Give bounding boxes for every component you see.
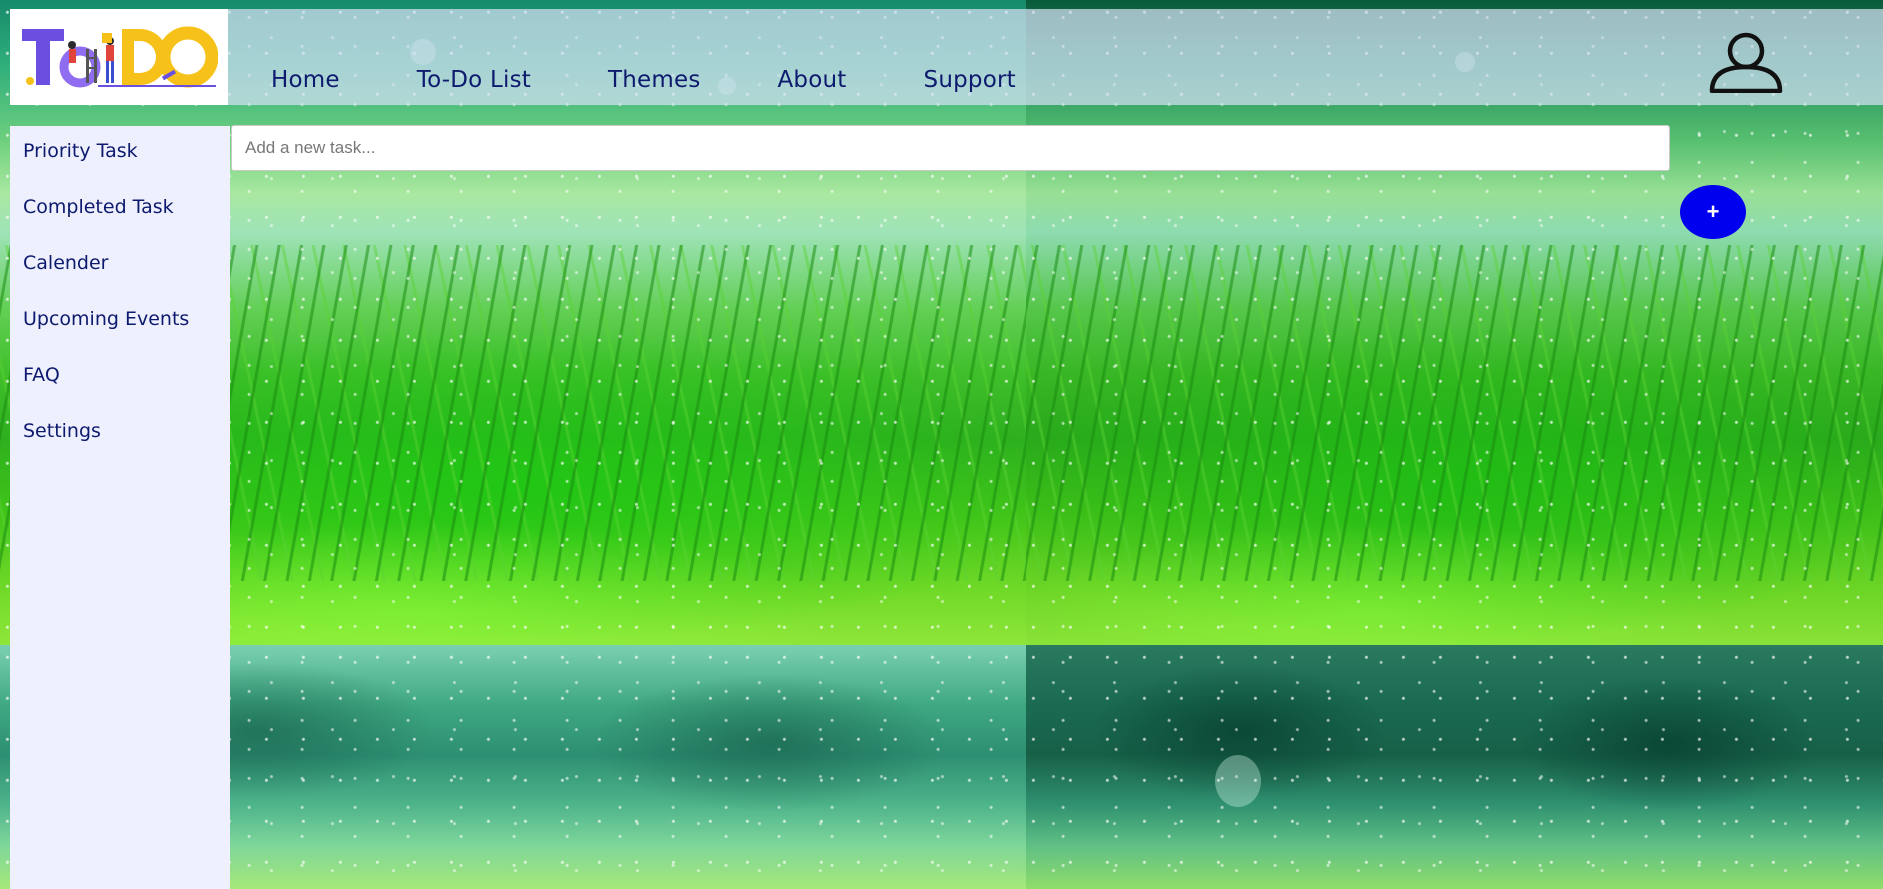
nav-todo-list[interactable]: To-Do List [417,67,531,93]
main-nav: Home To-Do List Themes About Support [271,9,1016,105]
sidebar-item-priority-task[interactable]: Priority Task [10,126,230,182]
nav-support[interactable]: Support [924,67,1016,93]
rain-tile [1026,645,1883,889]
new-task-input[interactable] [231,125,1670,171]
logo[interactable] [10,9,228,105]
profile-button[interactable] [1709,31,1783,94]
sidebar-item-upcoming-events[interactable]: Upcoming Events [10,294,230,350]
user-profile-icon [1709,32,1783,94]
sidebar-item-faq[interactable]: FAQ [10,350,230,406]
sidebar-item-completed-task[interactable]: Completed Task [10,182,230,238]
sidebar-item-calender[interactable]: Calender [10,238,230,294]
add-task-button[interactable]: + [1680,185,1746,239]
nav-about[interactable]: About [778,67,847,93]
nav-home[interactable]: Home [271,67,340,93]
sidebar-item-settings[interactable]: Settings [10,406,230,462]
top-header: Home To-Do List Themes About Support [10,9,1883,105]
nav-themes[interactable]: Themes [608,67,701,93]
sidebar: Priority Task Completed Task Calender Up… [10,126,230,889]
todo-logo-icon [22,26,218,88]
